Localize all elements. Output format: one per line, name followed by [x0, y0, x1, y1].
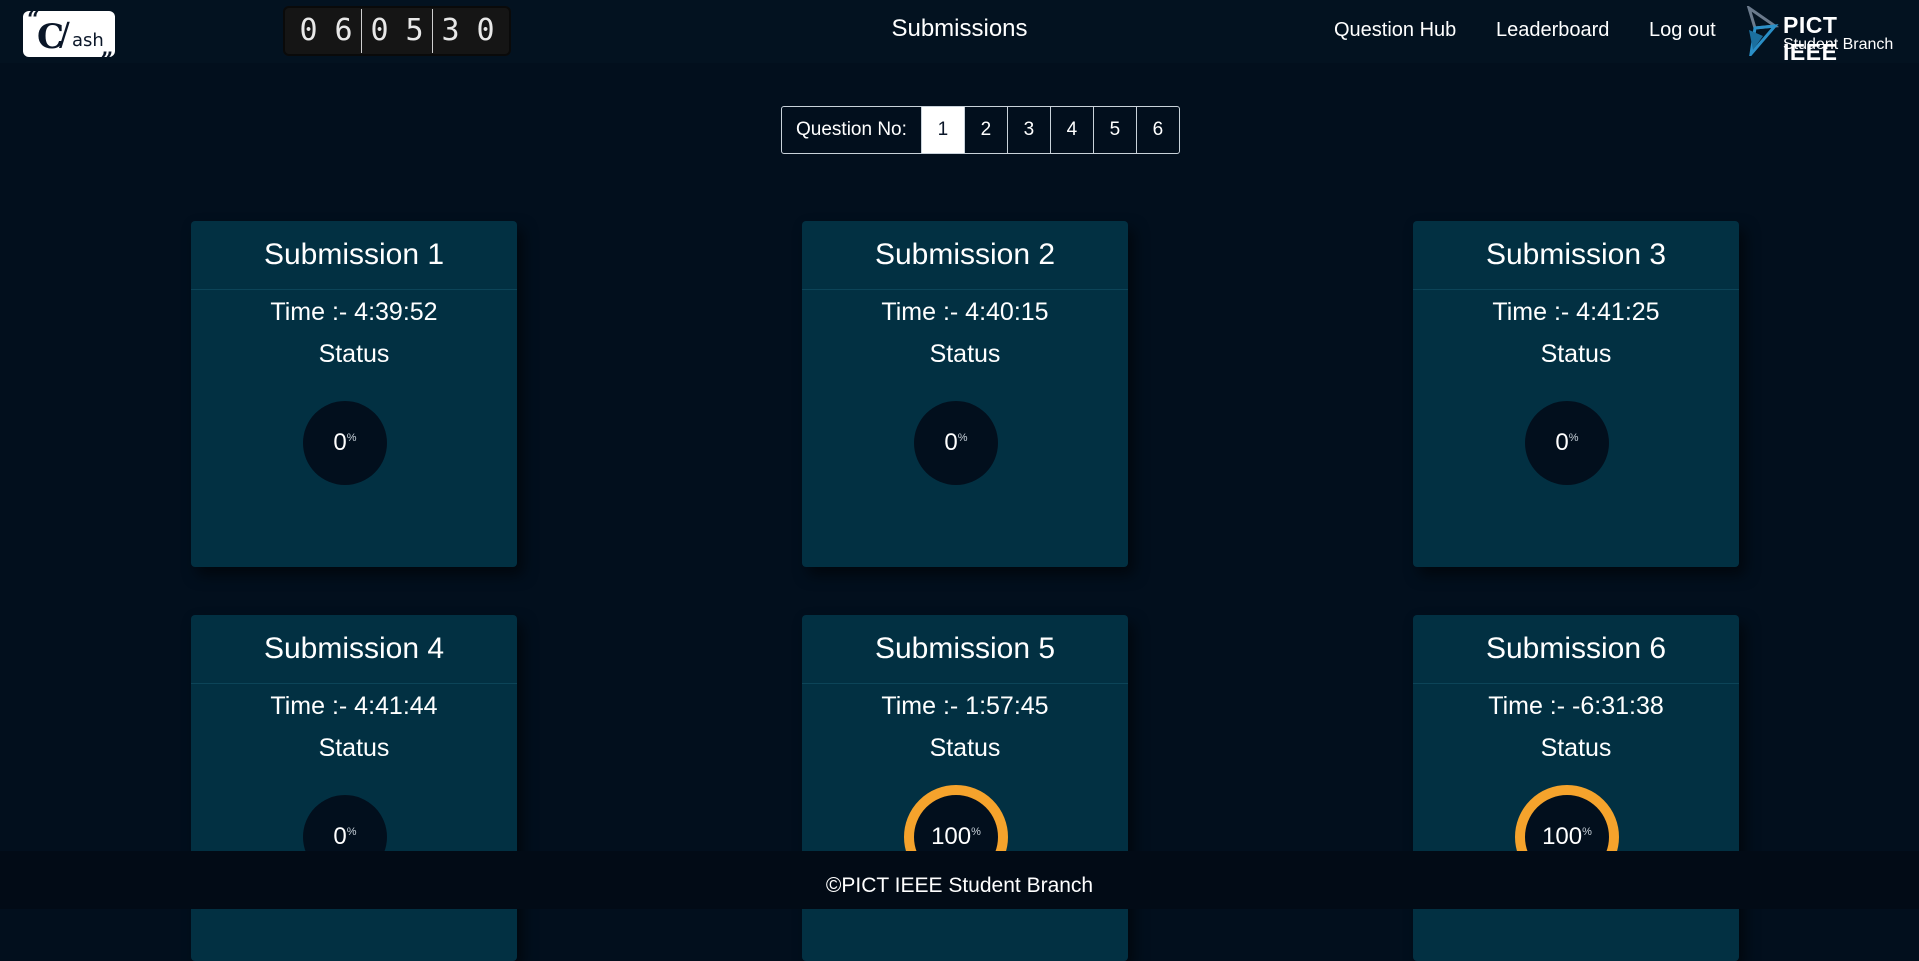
ieee-mark-icon: [1746, 6, 1779, 56]
brand-subtitle: Student Branch: [1783, 36, 1894, 53]
submission-time: Time :- 1:57:45: [881, 692, 1049, 720]
submission-title: Submission 3: [1413, 221, 1739, 290]
question-button-5[interactable]: 5: [1094, 107, 1137, 153]
submission-time: Time :- 4:39:52: [270, 298, 438, 326]
status-percent: 0%: [333, 429, 357, 456]
status-percent: 0%: [333, 823, 357, 850]
question-number-selector: Question No: 1 2 3 4 5 6: [781, 106, 1180, 154]
logo-close-quote: „: [101, 35, 114, 61]
question-button-2[interactable]: 2: [965, 107, 1008, 153]
submission-title: Submission 4: [191, 615, 517, 684]
submission-time: Time :- 4:41:44: [270, 692, 438, 720]
logo-ash: ash: [72, 30, 104, 51]
status-percent: 100%: [1542, 823, 1592, 850]
status-progress-ring: 0%: [303, 401, 387, 485]
question-button-4[interactable]: 4: [1051, 107, 1094, 153]
submission-card: Submission 3 Time :- 4:41:25 Status 0%: [1413, 221, 1739, 567]
nav-link-logout[interactable]: Log out: [1649, 19, 1716, 42]
clash-logo[interactable]: “ C / ash „: [23, 7, 115, 61]
status-percent: 0%: [944, 429, 968, 456]
submission-card: Submission 4 Time :- 4:41:44 Status 0%: [191, 615, 517, 961]
submission-title: Submission 2: [802, 221, 1128, 290]
nav-link-question-hub[interactable]: Question Hub: [1334, 19, 1456, 42]
submission-time: Time :- 4:40:15: [881, 298, 1049, 326]
timer-digit: 0: [299, 13, 318, 48]
timer-digit: 6: [334, 13, 353, 48]
question-button-6[interactable]: 6: [1137, 107, 1179, 153]
question-button-1[interactable]: 1: [921, 107, 965, 153]
submission-status-label: Status: [1540, 734, 1612, 762]
status-progress-ring: 0%: [1525, 401, 1609, 485]
timer-digit: 5: [405, 13, 424, 48]
nav-link-leaderboard[interactable]: Leaderboard: [1496, 19, 1609, 42]
timer-digit: 0: [370, 13, 389, 48]
submission-status-label: Status: [318, 734, 390, 762]
status-percent: 0%: [1555, 429, 1579, 456]
submission-status-label: Status: [1540, 340, 1612, 368]
question-no-label: Question No:: [782, 107, 922, 153]
status-progress-ring: 0%: [914, 401, 998, 485]
submission-card: Submission 2 Time :- 4:40:15 Status 0%: [802, 221, 1128, 567]
logo-slash: /: [59, 15, 70, 53]
submission-title: Submission 6: [1413, 615, 1739, 684]
submission-time: Time :- 4:41:25: [1492, 298, 1660, 326]
timer-digit: 0: [476, 13, 495, 48]
submission-title: Submission 1: [191, 221, 517, 290]
submission-card: Submission 6 Time :- -6:31:38 Status 100…: [1413, 615, 1739, 961]
submission-status-label: Status: [929, 340, 1001, 368]
submission-status-label: Status: [318, 340, 390, 368]
countdown-timer: 0 6 0 5 3 0: [283, 6, 511, 56]
submission-time: Time :- -6:31:38: [1488, 692, 1664, 720]
timer-digit: 3: [441, 13, 460, 48]
submission-status-label: Status: [929, 734, 1001, 762]
footer: ©PICT IEEE Student Branch: [0, 851, 1919, 909]
status-percent: 100%: [931, 823, 981, 850]
submission-card: Submission 5 Time :- 1:57:45 Status 100%: [802, 615, 1128, 961]
footer-copyright: ©PICT IEEE Student Branch: [825, 874, 1094, 897]
submission-card: Submission 1 Time :- 4:39:52 Status 0%: [191, 221, 517, 567]
submission-title: Submission 5: [802, 615, 1128, 684]
question-button-3[interactable]: 3: [1008, 107, 1051, 153]
ieee-brand-logo: PICT IEEE Student Branch: [1745, 6, 1895, 65]
navbar: “ C / ash „ 0 6 0 5 3 0 Submissions Ques…: [0, 0, 1919, 65]
